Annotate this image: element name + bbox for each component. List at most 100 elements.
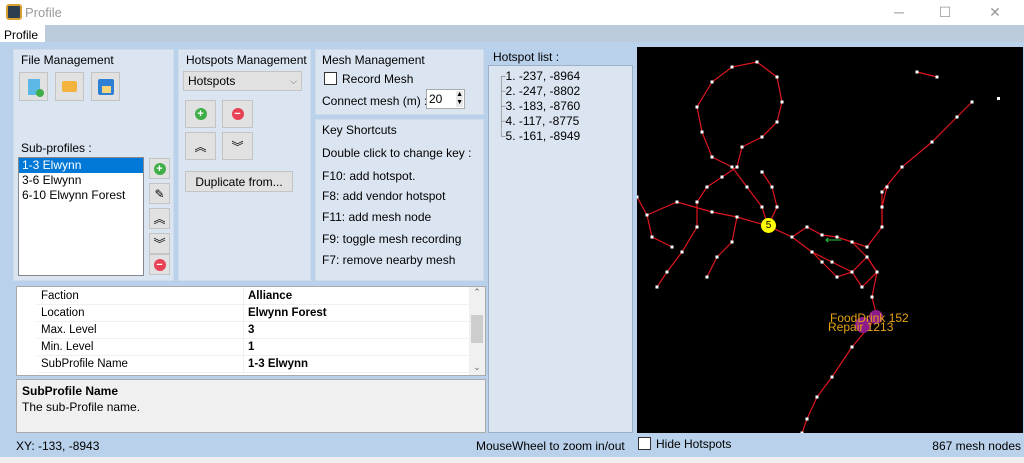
tab-profile[interactable]: Profile bbox=[0, 25, 45, 43]
property-value[interactable]: 1 bbox=[244, 339, 254, 355]
mesh-node bbox=[875, 270, 879, 274]
property-value[interactable]: 3 bbox=[244, 322, 254, 338]
connect-mesh-value: 20 bbox=[429, 92, 443, 106]
mesh-node bbox=[710, 80, 714, 84]
new-profile-button[interactable] bbox=[19, 72, 48, 101]
key-shortcuts-title: Key Shortcuts bbox=[322, 123, 397, 137]
move-up-sub-profile-button[interactable]: ︽ bbox=[149, 208, 170, 229]
mesh-node bbox=[880, 205, 884, 209]
mesh-node bbox=[850, 270, 854, 274]
minimize-button[interactable]: ─ bbox=[876, 2, 922, 24]
mesh-node bbox=[655, 285, 659, 289]
add-sub-profile-button[interactable]: + bbox=[149, 158, 170, 179]
mesh-path bbox=[706, 216, 738, 278]
mesh-node bbox=[665, 270, 669, 274]
close-button[interactable]: ✕ bbox=[972, 2, 1018, 24]
move-down-hotspot-button[interactable]: ︾ bbox=[222, 132, 253, 160]
plus-icon: + bbox=[153, 162, 166, 175]
shortcut-item[interactable]: F11: add mesh node bbox=[322, 210, 431, 224]
hotspot-item[interactable]: ├4. -117, -8775 bbox=[489, 114, 632, 129]
hotspot-item[interactable]: ├2. -247, -8802 bbox=[489, 84, 632, 99]
save-profile-button[interactable] bbox=[91, 72, 120, 101]
remove-hotspot-button[interactable]: − bbox=[222, 100, 253, 128]
property-grid-scrollbar[interactable]: ⌃ ⌄ bbox=[469, 287, 485, 375]
mesh-node bbox=[775, 120, 779, 124]
hotspots-management-panel: Hotspots Management Hotspots ⌵ + − ︽ ︾ Du… bbox=[178, 49, 311, 281]
mesh-path bbox=[811, 241, 878, 288]
duplicate-from-button[interactable]: Duplicate from... bbox=[185, 171, 293, 192]
description-title: SubProfile Name bbox=[22, 384, 119, 398]
hotspot-item[interactable]: ┌1. -237, -8964 bbox=[489, 69, 632, 84]
mesh-node bbox=[775, 75, 779, 79]
property-value[interactable]: Elwynn Forest bbox=[244, 305, 327, 321]
remove-sub-profile-button[interactable]: − bbox=[149, 254, 170, 275]
shortcut-item[interactable]: F9: toggle mesh recording bbox=[322, 232, 461, 246]
scrollbar-thumb[interactable] bbox=[471, 315, 483, 343]
mesh-node bbox=[645, 213, 649, 217]
mesh-node bbox=[715, 255, 719, 259]
mesh-node bbox=[880, 190, 884, 194]
mesh-node bbox=[705, 185, 709, 189]
mesh-node bbox=[730, 65, 734, 69]
shortcut-item[interactable]: F7: remove nearby mesh bbox=[322, 253, 455, 267]
mesh-node bbox=[680, 250, 684, 254]
sub-profiles-list[interactable]: 1-3 Elwynn 3-6 Elwynn 6-10 Elwynn Forest bbox=[18, 157, 144, 276]
mesh-node bbox=[650, 235, 654, 239]
open-profile-button[interactable] bbox=[55, 72, 84, 101]
record-mesh-checkbox[interactable] bbox=[324, 72, 337, 85]
mesh-node bbox=[805, 225, 809, 229]
minus-icon: − bbox=[231, 108, 244, 120]
hotspot-list[interactable]: ┌1. -237, -8964 ├2. -247, -8802 ├3. -183… bbox=[488, 65, 633, 433]
mesh-node bbox=[730, 240, 734, 244]
mesh-node bbox=[760, 170, 764, 174]
mesh-node bbox=[695, 105, 699, 109]
mesh-node bbox=[820, 233, 824, 237]
mesh-node bbox=[885, 185, 889, 189]
edit-icon: ✎ bbox=[154, 186, 165, 201]
connect-mesh-stepper[interactable]: 20 ▲ ▼ bbox=[426, 89, 465, 109]
spinner-arrows-icon[interactable]: ▲ ▼ bbox=[456, 91, 463, 107]
mesh-management-panel: Mesh Management Record Mesh Connect mesh… bbox=[315, 49, 484, 115]
property-row[interactable]: Faction Alliance bbox=[37, 288, 471, 305]
mesh-node bbox=[780, 100, 784, 104]
property-row[interactable]: Max. Level 3 bbox=[37, 322, 471, 339]
mesh-node bbox=[675, 200, 679, 204]
edit-sub-profile-button[interactable]: ✎ bbox=[149, 183, 170, 204]
mesh-node bbox=[695, 200, 699, 204]
sub-profile-item[interactable]: 6-10 Elwynn Forest bbox=[19, 188, 143, 203]
property-row[interactable]: Location Elwynn Forest bbox=[37, 305, 471, 322]
mesh-node bbox=[955, 115, 959, 119]
sub-profile-item[interactable]: 1-3 Elwynn bbox=[19, 158, 143, 173]
property-row[interactable]: Min. Level 1 bbox=[37, 339, 471, 356]
sub-profile-item[interactable]: 3-6 Elwynn bbox=[19, 173, 143, 188]
move-up-hotspot-button[interactable]: ︽ bbox=[185, 132, 216, 160]
mesh-node bbox=[870, 295, 874, 299]
hotspot-item[interactable]: └5. -161, -8949 bbox=[489, 129, 632, 144]
property-key: Max. Level bbox=[37, 322, 244, 338]
mesh-node bbox=[800, 431, 804, 435]
map-canvas[interactable]: 5 FoodDrink 152 Repair 1213 ⟵ bbox=[635, 47, 1023, 435]
property-row[interactable]: SubProfile Name 1-3 Elwynn bbox=[37, 356, 471, 373]
mesh-node bbox=[935, 75, 939, 79]
move-down-sub-profile-button[interactable]: ︾ bbox=[149, 233, 170, 254]
mesh-management-title: Mesh Management bbox=[322, 53, 425, 67]
hide-hotspots-checkbox[interactable] bbox=[638, 437, 651, 450]
maximize-button[interactable]: ☐ bbox=[922, 2, 968, 24]
shortcut-item[interactable]: F10: add hotspot. bbox=[322, 169, 415, 183]
mesh-node bbox=[815, 395, 819, 399]
property-value[interactable]: 1-3 Elwynn bbox=[244, 356, 308, 372]
repair-label: Repair 1213 bbox=[828, 320, 894, 334]
property-value[interactable]: Alliance bbox=[244, 288, 292, 304]
hotspot-marker[interactable]: 5 bbox=[761, 218, 776, 233]
mesh-node bbox=[830, 375, 834, 379]
mesh-node bbox=[805, 417, 809, 421]
hotspot-item[interactable]: ├3. -183, -8760 bbox=[489, 99, 632, 114]
sub-profiles-label: Sub-profiles : bbox=[21, 141, 92, 155]
hotspots-management-title: Hotspots Management bbox=[186, 53, 307, 67]
shortcut-item[interactable]: F8: add vendor hotspot bbox=[322, 189, 445, 203]
mesh-node bbox=[790, 235, 794, 239]
double-chevron-down-icon: ︾ bbox=[153, 237, 166, 251]
hotspots-type-dropdown[interactable]: Hotspots ⌵ bbox=[183, 71, 302, 91]
mesh-node bbox=[755, 60, 759, 64]
add-hotspot-button[interactable]: + bbox=[185, 100, 216, 128]
